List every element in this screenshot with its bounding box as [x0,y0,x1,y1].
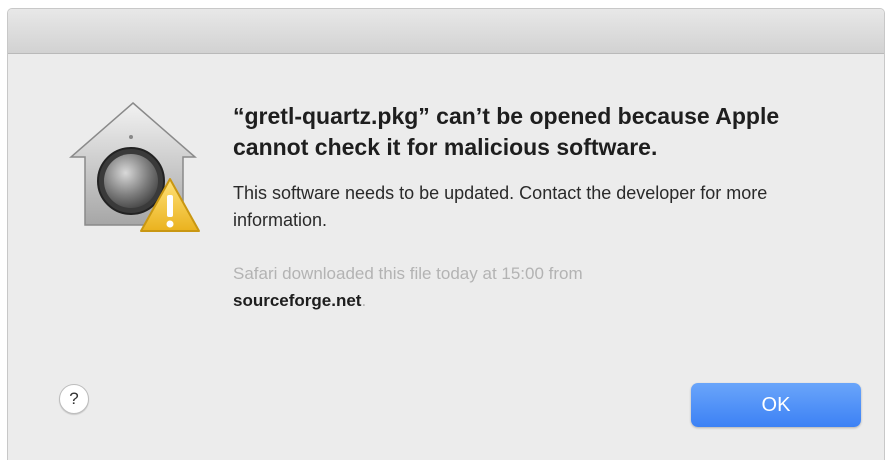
download-source-info: Safari downloaded this file today at 15:… [233,260,793,314]
alert-dialog: “gretl-quartz.pkg” can’t be opened becau… [7,8,885,460]
title-bar[interactable] [8,9,884,54]
download-source-prefix: Safari downloaded this file today at 15:… [233,264,583,283]
download-source-host: sourceforge.net [233,291,362,310]
ok-button[interactable]: OK [691,383,861,427]
help-button[interactable]: ? [59,384,89,414]
dialog-title: “gretl-quartz.pkg” can’t be opened becau… [233,103,780,160]
download-source-suffix: . [361,291,367,310]
gatekeeper-warning-icon [65,97,201,237]
dialog-message: This software needs to be updated. Conta… [233,183,768,230]
dialog-content: “gretl-quartz.pkg” can’t be opened becau… [233,101,863,314]
